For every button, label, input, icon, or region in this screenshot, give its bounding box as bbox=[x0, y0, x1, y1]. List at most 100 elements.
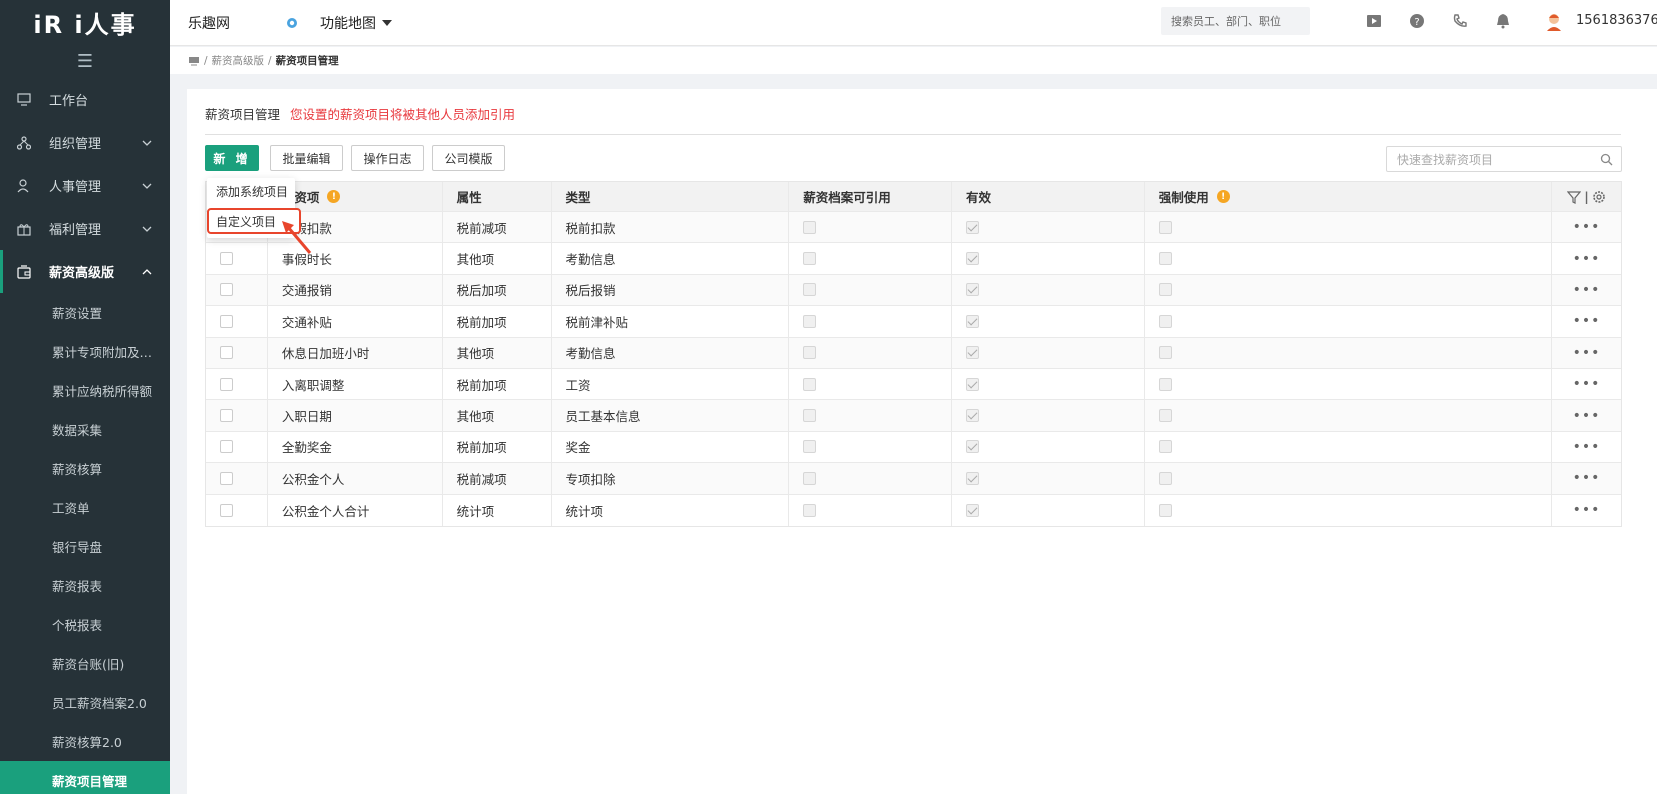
force-checkbox bbox=[1158, 409, 1172, 423]
cell-valid bbox=[952, 400, 1145, 431]
sidebar-item-salary-advanced[interactable]: 薪资高级版 bbox=[0, 250, 170, 293]
more-actions-icon[interactable]: ••• bbox=[1573, 502, 1601, 518]
cell-type: 税前扣款 bbox=[552, 212, 790, 243]
gear-icon[interactable] bbox=[1592, 190, 1606, 204]
row-checkbox[interactable] bbox=[220, 314, 233, 328]
gift-icon bbox=[16, 221, 32, 237]
row-select-cell bbox=[206, 274, 268, 306]
cell-valid bbox=[952, 243, 1145, 274]
avatar[interactable] bbox=[1544, 11, 1564, 31]
table-row[interactable]: 交通报销 税后加项 税后报销 ••• bbox=[206, 274, 1621, 307]
sidebar-subitem-active[interactable]: 薪资项目管理 bbox=[0, 761, 170, 794]
more-actions-icon[interactable]: ••• bbox=[1573, 282, 1601, 298]
table-row[interactable]: 入离职调整 税前加项 工资 ••• bbox=[206, 368, 1621, 401]
sidebar-subitem[interactable]: 薪资设置 bbox=[0, 293, 170, 332]
sidebar-subitem[interactable]: 薪资核算2.0 bbox=[0, 722, 170, 761]
table-row[interactable]: 全勤奖金 税前加项 奖金 ••• bbox=[206, 431, 1621, 464]
menu-toggle-icon[interactable]: ☰ bbox=[0, 44, 170, 78]
table-row[interactable]: 交通补贴 税前加项 税前津补贴 ••• bbox=[206, 306, 1621, 338]
cell-name: 休息日加班小时 bbox=[268, 337, 443, 368]
force-checkbox bbox=[1158, 503, 1172, 517]
company-template-button[interactable]: 公司模版 bbox=[432, 145, 505, 171]
cell-actions: ••• bbox=[1552, 369, 1621, 399]
table-row[interactable]: 公积金个人 税前减项 专项扣除 ••• bbox=[206, 463, 1621, 495]
app-logo[interactable]: iR i人事 bbox=[0, 0, 170, 44]
table-row[interactable]: 事假时长 其他项 考勤信息 ••• bbox=[206, 243, 1621, 275]
sidebar-item-welfare[interactable]: 福利管理 bbox=[0, 207, 170, 250]
cell-name: 入离职调整 bbox=[268, 368, 443, 400]
info-icon[interactable]: ! bbox=[1216, 190, 1230, 203]
table-row[interactable]: 公积金个人合计 统计项 统计项 ••• bbox=[206, 494, 1621, 526]
row-checkbox[interactable] bbox=[220, 440, 233, 454]
breadcrumb-parent[interactable]: 薪资高级版 bbox=[212, 53, 265, 68]
force-checkbox bbox=[1158, 471, 1172, 485]
more-actions-icon[interactable]: ••• bbox=[1573, 470, 1601, 486]
row-checkbox[interactable] bbox=[220, 471, 233, 485]
home-icon[interactable] bbox=[188, 56, 200, 66]
row-select-cell bbox=[206, 400, 268, 431]
more-actions-icon[interactable]: ••• bbox=[1573, 251, 1601, 267]
wallet-icon bbox=[16, 264, 32, 280]
phone-icon[interactable] bbox=[1452, 13, 1468, 29]
more-actions-icon[interactable]: ••• bbox=[1573, 408, 1601, 424]
cell-attr: 税后加项 bbox=[443, 274, 552, 306]
sidebar-subitem[interactable]: 个税报表 bbox=[0, 605, 170, 644]
table-row[interactable]: 休息日加班小时 其他项 考勤信息 ••• bbox=[206, 337, 1621, 369]
row-checkbox[interactable] bbox=[220, 409, 233, 423]
quick-search-placeholder: 快速查找薪资项目 bbox=[1397, 152, 1494, 167]
function-map-label: 功能地图 bbox=[320, 15, 376, 32]
sidebar-subitem[interactable]: 累计应纳税所得额 bbox=[0, 371, 170, 410]
sidebar-subitem[interactable]: 薪资核算 bbox=[0, 449, 170, 488]
table-row[interactable]: 入职日期 其他项 员工基本信息 ••• bbox=[206, 400, 1621, 432]
ref-checkbox bbox=[803, 252, 817, 266]
settings-gear-icon[interactable] bbox=[284, 15, 300, 31]
operation-log-button[interactable]: 操作日志 bbox=[351, 145, 424, 171]
help-icon[interactable]: ? bbox=[1409, 13, 1425, 29]
cell-actions: ••• bbox=[1552, 495, 1621, 526]
sidebar-subitem[interactable]: 薪资报表 bbox=[0, 566, 170, 605]
sidebar-subitem[interactable]: 累计专项附加及… bbox=[0, 332, 170, 371]
more-actions-icon[interactable]: ••• bbox=[1573, 219, 1601, 235]
video-icon[interactable] bbox=[1366, 13, 1382, 29]
row-checkbox[interactable] bbox=[220, 503, 233, 517]
add-system-item-option[interactable]: 添加系统项目 bbox=[207, 178, 295, 205]
cell-type: 税前津补贴 bbox=[552, 306, 790, 337]
sidebar-subitem[interactable]: 数据采集 bbox=[0, 410, 170, 449]
ref-checkbox bbox=[803, 409, 817, 423]
caret-down-icon bbox=[382, 19, 392, 26]
table-row[interactable]: 事假扣款 税前减项 税前扣款 ••• bbox=[206, 212, 1621, 244]
sidebar-subitem[interactable]: 员工薪资档案2.0 bbox=[0, 683, 170, 722]
function-map-dropdown[interactable]: 功能地图 bbox=[320, 13, 392, 33]
row-checkbox[interactable] bbox=[220, 346, 233, 360]
row-checkbox[interactable] bbox=[220, 377, 233, 391]
sidebar-item-org[interactable]: 组织管理 bbox=[0, 121, 170, 164]
sidebar-item-workbench[interactable]: 工作台 bbox=[0, 78, 170, 121]
more-actions-icon[interactable]: ••• bbox=[1573, 439, 1601, 455]
ref-checkbox bbox=[803, 346, 817, 360]
sidebar-subitem[interactable]: 薪资台账(旧) bbox=[0, 644, 170, 683]
global-search-input[interactable]: 搜索员工、部门、职位 bbox=[1161, 7, 1310, 35]
company-name[interactable]: 乐趣网 bbox=[188, 13, 258, 33]
cell-force bbox=[1145, 368, 1553, 400]
row-select-cell bbox=[206, 337, 268, 368]
info-icon[interactable]: ! bbox=[327, 190, 341, 203]
user-phone[interactable]: 15618363763 bbox=[1576, 13, 1657, 28]
bell-icon[interactable] bbox=[1495, 13, 1511, 29]
more-actions-icon[interactable]: ••• bbox=[1573, 345, 1601, 361]
batch-edit-button[interactable]: 批量编辑 bbox=[270, 145, 343, 171]
quick-search-input[interactable]: 快速查找薪资项目 bbox=[1386, 146, 1622, 172]
more-actions-icon[interactable]: ••• bbox=[1573, 313, 1601, 329]
add-button[interactable]: 新 增 bbox=[205, 145, 259, 171]
sidebar-item-hr[interactable]: 人事管理 bbox=[0, 164, 170, 207]
sidebar-subitem[interactable]: 银行导盘 bbox=[0, 527, 170, 566]
row-checkbox[interactable] bbox=[220, 283, 233, 297]
search-icon[interactable] bbox=[1600, 153, 1613, 166]
force-checkbox bbox=[1158, 440, 1172, 454]
more-actions-icon[interactable]: ••• bbox=[1573, 376, 1601, 392]
cell-attr: 其他项 bbox=[443, 400, 552, 431]
header-tools: | bbox=[1552, 182, 1621, 211]
filter-icon[interactable] bbox=[1567, 190, 1582, 204]
sidebar-subitem[interactable]: 工资单 bbox=[0, 488, 170, 527]
row-checkbox[interactable] bbox=[220, 252, 233, 266]
cell-force bbox=[1145, 400, 1553, 431]
